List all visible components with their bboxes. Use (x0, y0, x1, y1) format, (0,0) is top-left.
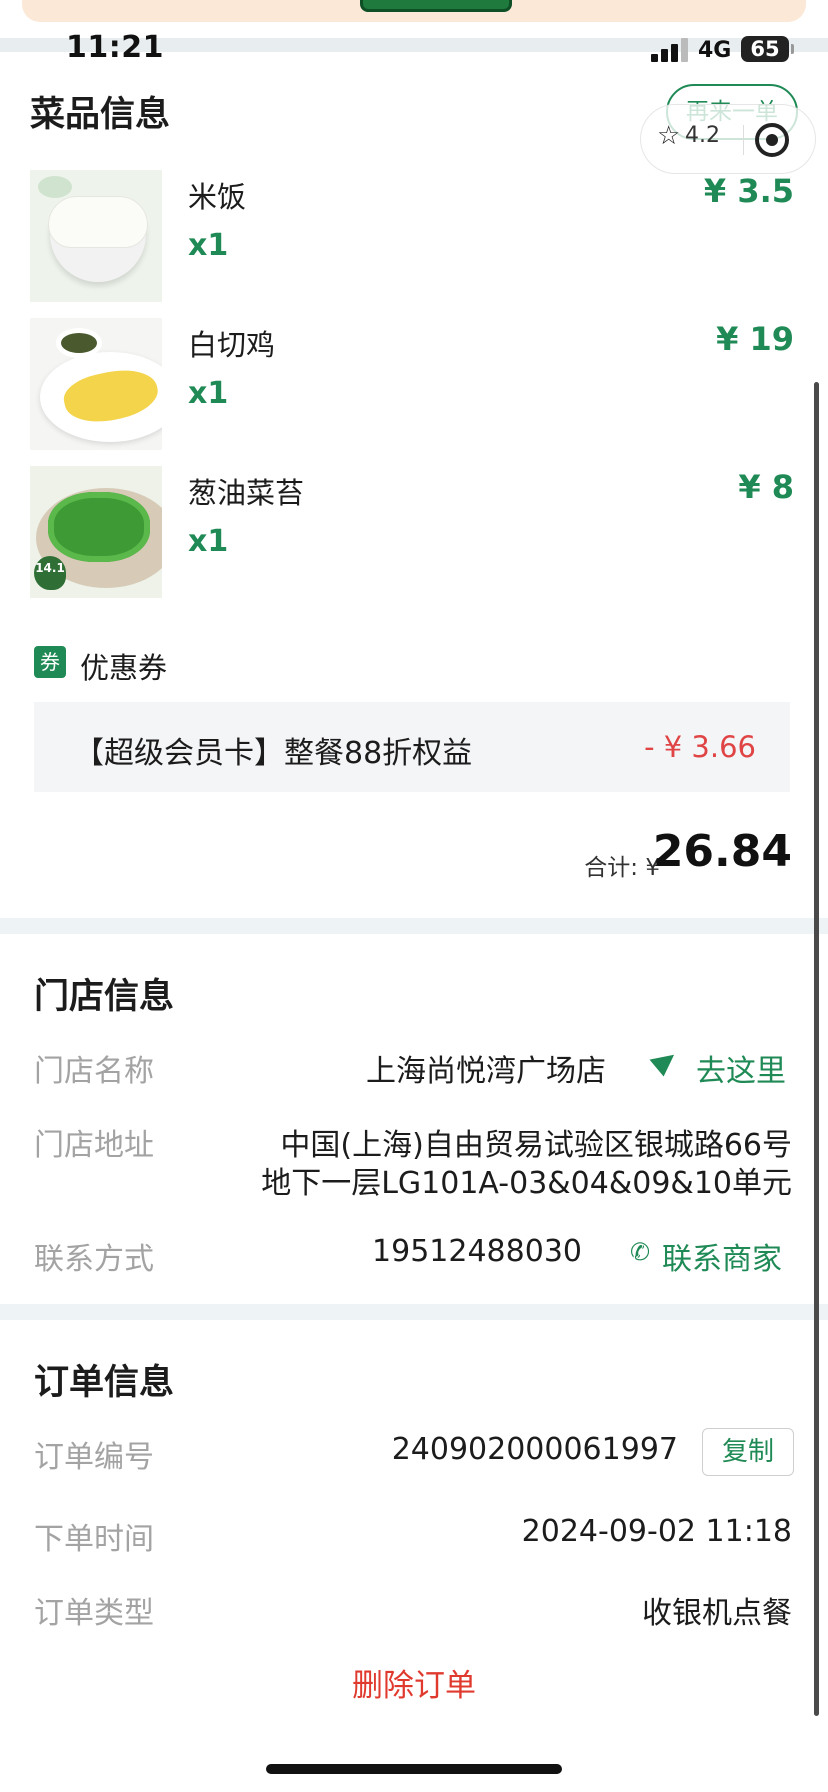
total-value: 26.84 (652, 826, 792, 877)
star-outline-icon[interactable]: ☆ (657, 121, 680, 151)
dish-qty: x1 (188, 228, 229, 263)
target-icon[interactable] (755, 123, 789, 157)
mini-program-capsule: ☆ 4.2 (640, 104, 816, 174)
dish-image-chicken (30, 318, 162, 450)
dish-name: 葱油菜苔 (188, 476, 305, 510)
scrollbar[interactable] (814, 382, 819, 1716)
dish-item-chicken: 白切鸡 x1 ¥ 19 (30, 318, 794, 450)
dish-qty: x1 (188, 376, 229, 411)
status-time: 11:21 (66, 30, 164, 65)
order-type-label: 订单类型 (34, 1596, 154, 1631)
home-indicator[interactable] (266, 1764, 562, 1774)
order-number-label: 订单编号 (34, 1440, 154, 1475)
order-section-title: 订单信息 (34, 1363, 175, 1403)
order-type-value: 收银机点餐 (642, 1596, 792, 1631)
total-label: 合计: ¥ (584, 855, 660, 881)
signal-icon (651, 38, 691, 62)
battery-level: 65 (750, 37, 780, 61)
store-name-label: 门店名称 (34, 1054, 154, 1089)
dish-item-greens: 14.1 葱油菜苔 x1 ¥ 8 (30, 466, 794, 598)
order-time-value: 2024-09-02 11:18 (521, 1514, 792, 1549)
dish-badge: 14.1 (34, 556, 66, 590)
dish-item-rice: 米饭 x1 ¥ 3.5 (30, 170, 794, 302)
section-divider (0, 1304, 828, 1320)
dish-qty: x1 (188, 524, 229, 559)
store-address-line2: 地下一层LG101A-03&04&09&10单元 (261, 1166, 792, 1201)
phone-icon[interactable]: ✆ (630, 1238, 650, 1266)
order-time-label: 下单时间 (34, 1522, 154, 1557)
dish-name: 米饭 (188, 180, 247, 214)
store-name-value: 上海尚悦湾广场店 (366, 1054, 606, 1089)
navigate-icon[interactable] (649, 1045, 681, 1077)
battery-icon: 65 (741, 36, 794, 62)
coupon-amount: - ¥ 3.66 (644, 730, 756, 764)
dish-price: ¥ 8 (738, 468, 794, 506)
navigate-link[interactable]: 去这里 (696, 1046, 786, 1090)
coupon-name: 【超级会员卡】整餐88折权益 (74, 736, 473, 771)
dishes-section-title: 菜品信息 (30, 95, 171, 135)
capsule-divider (743, 125, 744, 155)
dish-image-greens: 14.1 (30, 466, 162, 598)
network-type: 4G (698, 38, 732, 63)
top-banner (22, 0, 806, 22)
coupon-label: 优惠券 (80, 651, 168, 685)
capsule-rating: 4.2 (685, 123, 720, 148)
store-section-title: 门店信息 (34, 977, 175, 1017)
dish-name: 白切鸡 (188, 328, 276, 362)
delete-order-button[interactable]: 删除订单 (0, 1660, 828, 1705)
contact-label: 联系方式 (34, 1242, 154, 1277)
coupon-row: 【超级会员卡】整餐88折权益 - ¥ 3.66 (34, 702, 790, 792)
contact-merchant-link[interactable]: 联系商家 (662, 1234, 782, 1278)
section-divider (0, 918, 828, 934)
banner-illustration (360, 0, 512, 12)
dish-price: ¥ 3.5 (703, 172, 794, 210)
dish-image-rice (30, 170, 162, 302)
coupon-tag-icon: 券 (34, 646, 66, 678)
store-address-label: 门店地址 (34, 1128, 154, 1163)
dish-price: ¥ 19 (716, 320, 794, 358)
copy-button[interactable]: 复制 (702, 1428, 794, 1476)
contact-phone: 19512488030 (372, 1234, 582, 1269)
order-number-value: 240902000061997 (391, 1432, 678, 1467)
